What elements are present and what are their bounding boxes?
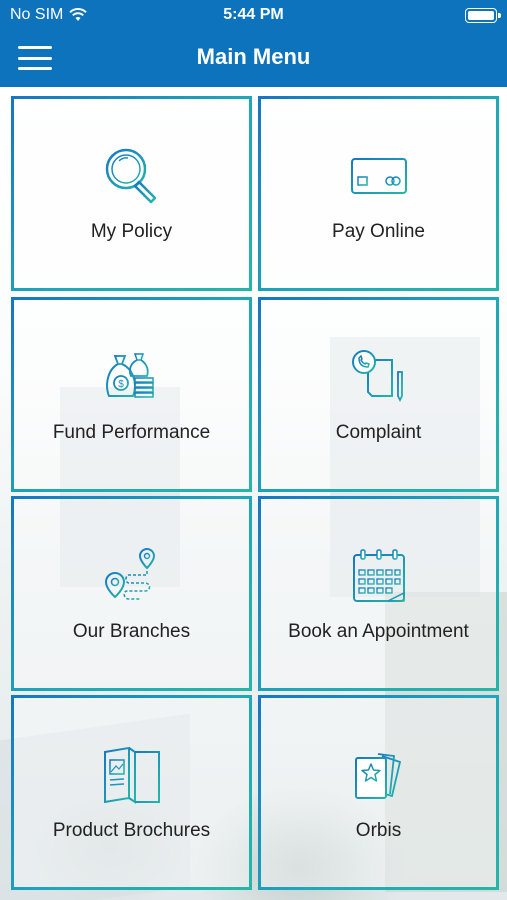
- calendar-icon: [352, 548, 405, 602]
- money-bags-icon: $: [104, 352, 159, 399]
- star-cards-icon: [354, 752, 401, 799]
- magnifier-icon: [105, 148, 156, 203]
- menu-tile-book-appointment[interactable]: Book an Appointment: [258, 496, 499, 691]
- menu-tile-our-branches[interactable]: Our Branches: [11, 496, 252, 691]
- brochure-icon: [103, 746, 160, 804]
- tile-label: Fund Performance: [52, 421, 211, 443]
- tile-label: My Policy: [90, 220, 173, 242]
- menu-tile-orbis[interactable]: Orbis: [258, 695, 499, 890]
- clock: 5:44 PM: [223, 6, 284, 23]
- tile-label: Our Branches: [72, 620, 191, 642]
- menu-tile-product-brochures[interactable]: Product Brochures: [11, 695, 252, 890]
- tile-label: Product Brochures: [52, 819, 211, 841]
- tile-label: Pay Online: [332, 220, 425, 242]
- svg-text:$: $: [118, 379, 124, 390]
- menu-tile-my-policy[interactable]: My Policy: [11, 96, 252, 291]
- battery-icon: [465, 8, 501, 23]
- phone-document-icon: [351, 349, 403, 402]
- tile-label: Complaint: [335, 421, 422, 443]
- menu-tile-pay-online[interactable]: Pay Online: [258, 96, 499, 291]
- menu-grid: My Policy Pay Online $ Fund Performance …: [11, 96, 499, 891]
- status-bar: No SIM 5:44 PM: [0, 0, 507, 30]
- tile-label: Orbis: [355, 819, 402, 841]
- credit-card-icon: [350, 157, 407, 194]
- tile-label: Book an Appointment: [288, 620, 469, 642]
- menu-tile-fund-performance[interactable]: $ Fund Performance: [11, 297, 252, 492]
- page-title: Main Menu: [196, 44, 311, 69]
- nav-bar: Main Menu: [0, 30, 507, 87]
- map-route-icon: [104, 547, 155, 600]
- menu-tile-complaint[interactable]: Complaint: [258, 297, 499, 492]
